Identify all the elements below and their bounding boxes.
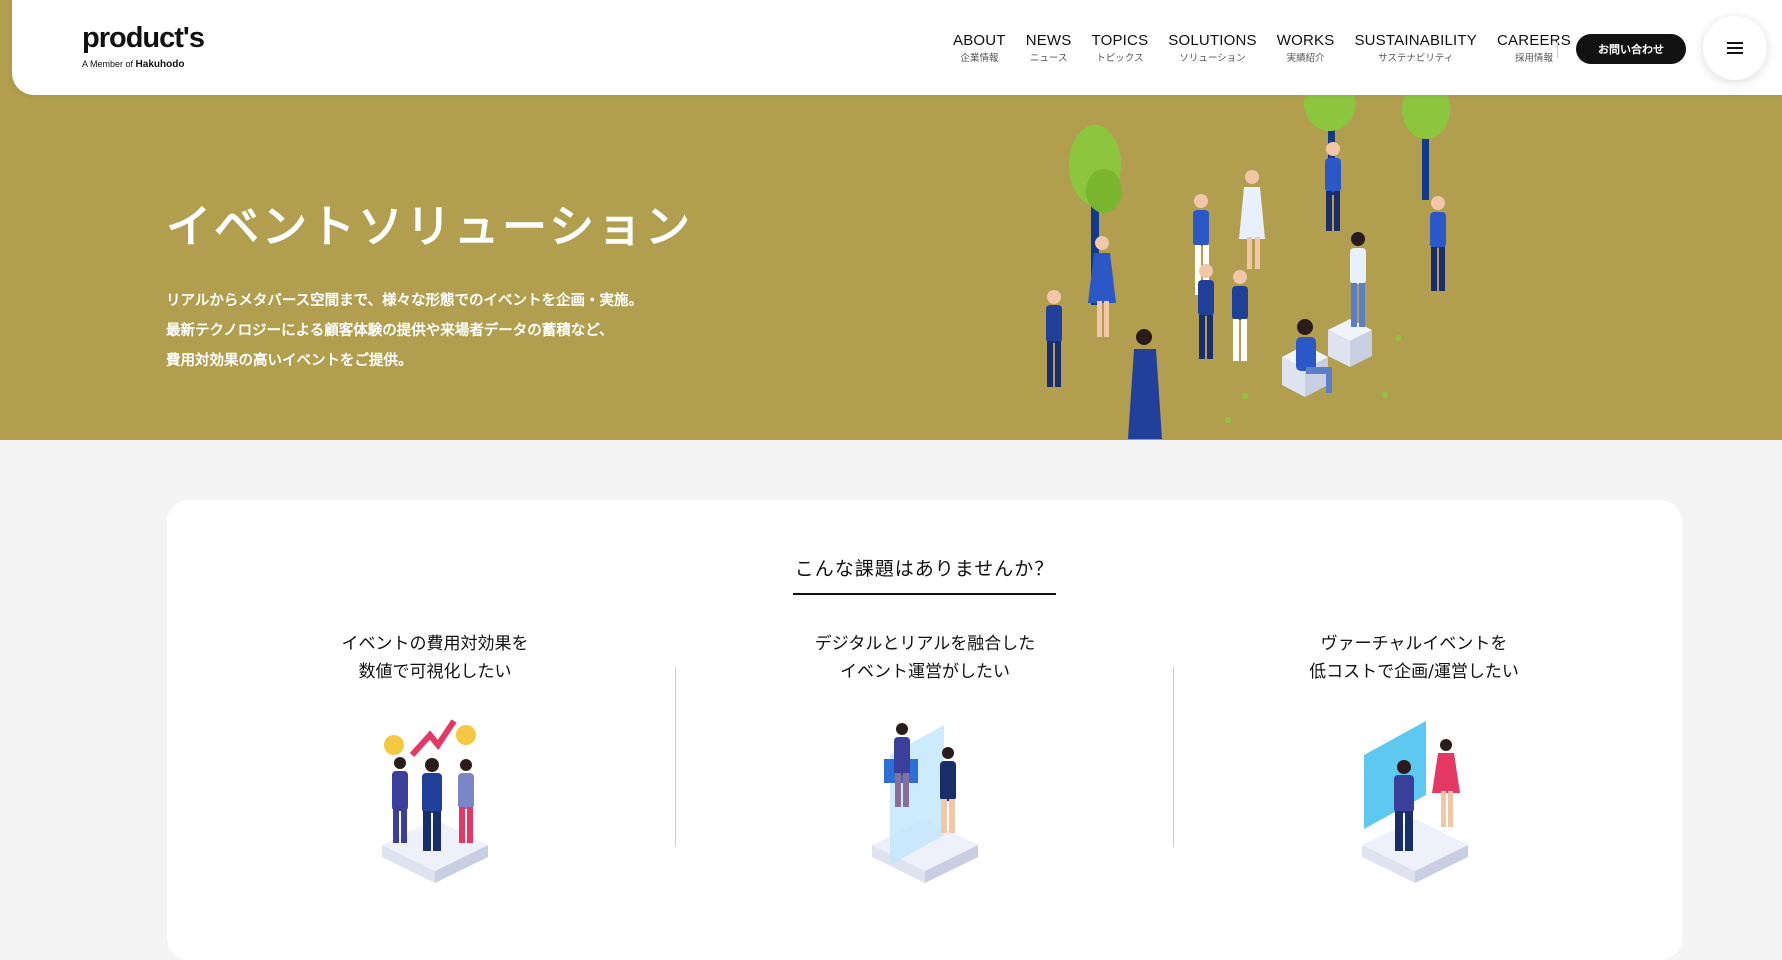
nav-item-works[interactable]: WORKS 実績紹介 <box>1277 32 1335 65</box>
nav-label-en: CAREERS <box>1497 32 1571 49</box>
nav-label-ja: トピックス <box>1096 53 1144 64</box>
nav-item-news[interactable]: NEWS ニュース <box>1026 32 1072 65</box>
logo-wordmark: product's <box>82 22 205 54</box>
issue-text-line: 低コストで企画/運営したい <box>1309 662 1519 682</box>
event-crowd-illustration <box>1046 95 1450 439</box>
issue-item: デジタルとリアルを融合した イベント運営がしたい <box>775 630 1075 686</box>
main-navigation: ABOUT 企業情報 NEWS ニュース TOPICS トピックス SOLUTI… <box>953 32 1571 65</box>
nav-label-en: ABOUT <box>953 32 1006 49</box>
section-heading: こんな課題はありませんか？ <box>167 554 1682 595</box>
sparkle-icon <box>1382 392 1388 398</box>
issue-text-line: イベントの費用対効果を <box>341 634 529 654</box>
nav-label-en: SUSTAINABILITY <box>1354 32 1477 49</box>
nav-label-en: NEWS <box>1025 32 1072 49</box>
person-figure <box>1193 194 1209 295</box>
nav-label-ja: 実績紹介 <box>1286 53 1325 64</box>
issue-text-line: ヴァーチャルイベントを <box>1320 634 1508 654</box>
products-logo[interactable]: product's A Member of Hakuhodo <box>82 22 205 71</box>
person-figure <box>1325 142 1341 231</box>
issue-item: ヴァーチャルイベントを 低コストで企画/運営したい <box>1264 630 1564 686</box>
hamburger-icon <box>1727 42 1743 54</box>
hero-description: リアルからメタバース空間まで、様々な形態でのイベントを企画・実施。 最新テクノロ… <box>166 286 643 376</box>
hero-title: イベントソリューション <box>166 200 694 253</box>
issues-card: こんな課題はありませんか？ イベントの費用対効果を 数値で可視化したい デジタル… <box>167 500 1682 960</box>
menu-button[interactable] <box>1703 16 1767 80</box>
nav-divider <box>1557 40 1558 58</box>
nav-item-careers[interactable]: CAREERS 採用情報 <box>1497 32 1571 65</box>
nav-label-ja: ニュース <box>1029 53 1068 64</box>
section-heading-text: こんな課題はありませんか？ <box>792 554 1057 595</box>
sparkle-icon <box>1242 393 1248 399</box>
hero-description-line: リアルからメタバース空間まで、様々な形態でのイベントを企画・実施。 <box>166 293 644 309</box>
person-figure <box>1232 270 1248 361</box>
nav-label-en: TOPICS <box>1091 32 1149 49</box>
person-figure <box>1128 329 1162 439</box>
issue-text-line: イベント運営がしたい <box>840 662 1010 682</box>
logo-tagline-prefix: A Member of <box>82 59 134 69</box>
column-separator <box>1173 667 1174 847</box>
sparkle-icon <box>1225 417 1231 423</box>
person-figure <box>1239 170 1265 269</box>
virtual-event-illustration <box>1362 721 1468 883</box>
issue-item: イベントの費用対効果を 数値で可視化したい <box>285 630 585 686</box>
nav-label-ja: ソリューション <box>1179 53 1246 64</box>
nav-item-solutions[interactable]: SOLUTIONS ソリューション <box>1168 32 1256 65</box>
nav-label-en: SOLUTIONS <box>1168 32 1257 49</box>
logo-tagline-brand: Hakuhodo <box>135 59 185 70</box>
nav-label-ja: サステナビリティ <box>1378 53 1454 64</box>
hero-description-line: 最新テクノロジーによる顧客体験の提供や来場者データの蓄積など、 <box>166 323 614 339</box>
digital-real-fusion-illustration <box>872 723 978 883</box>
logo-tagline: A Member of Hakuhodo <box>82 59 204 70</box>
sparkle-icon <box>1395 335 1401 341</box>
nav-item-about[interactable]: ABOUT 企業情報 <box>953 32 1006 65</box>
issue-text-line: デジタルとリアルを融合した <box>814 634 1036 654</box>
person-figure <box>1430 196 1446 291</box>
nav-item-sustainability[interactable]: SUSTAINABILITY サステナビリティ <box>1354 32 1477 65</box>
person-figure <box>1350 232 1366 327</box>
person-figure <box>1046 290 1062 387</box>
nav-label-ja: 採用情報 <box>1514 53 1553 64</box>
hero-description-line: 費用対効果の高いイベントをご提供。 <box>166 353 413 369</box>
tree-illustration <box>1402 95 1450 200</box>
nav-label-ja: 企業情報 <box>960 53 999 64</box>
contact-button[interactable]: お問い合わせ <box>1576 34 1686 64</box>
nav-label-en: WORKS <box>1276 32 1335 49</box>
nav-item-topics[interactable]: TOPICS トピックス <box>1092 32 1149 65</box>
issue-text-line: 数値で可視化したい <box>358 662 512 682</box>
team-growth-illustration <box>382 719 488 883</box>
column-separator <box>675 667 676 847</box>
